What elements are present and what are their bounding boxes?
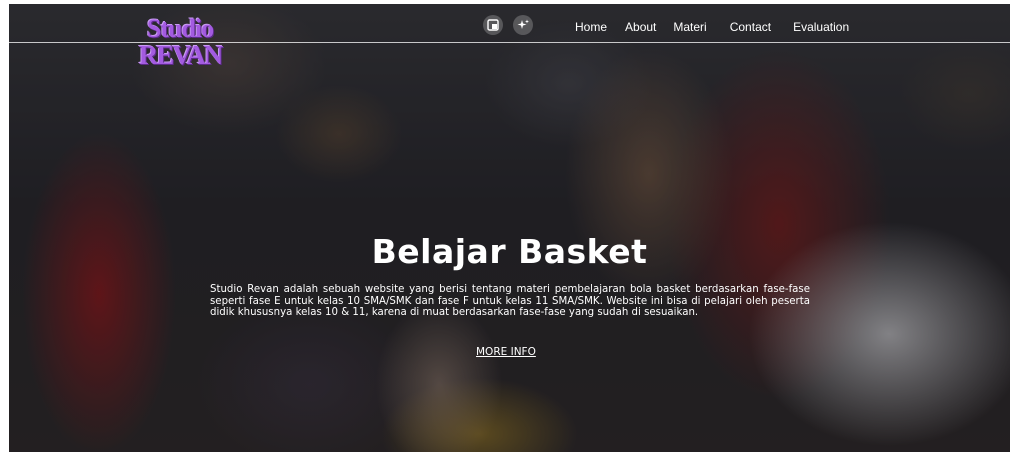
hero-description: Studio Revan adalah sebuah website yang … (210, 284, 810, 318)
sparkle-icon[interactable] (513, 15, 533, 35)
nav-menu: Home About Materi Contact Evaluation (575, 20, 849, 34)
hero-overlay (9, 4, 1010, 452)
logo-line-2: REVAN (138, 40, 224, 70)
nav-materi-link[interactable]: Materi (673, 20, 706, 34)
logo-line-1: Studio (146, 14, 214, 43)
hero-title: Belajar Basket (371, 232, 648, 271)
nav-about-link[interactable]: About (625, 20, 656, 34)
picture-in-picture-icon[interactable] (483, 15, 503, 35)
nav-evaluation-link[interactable]: Evaluation (793, 20, 849, 34)
site-logo[interactable]: Studio REVAN (134, 14, 226, 70)
nav-home-link[interactable]: Home (575, 20, 607, 34)
page-frame: Studio REVAN Home About Materi Contact E… (9, 4, 1010, 452)
navbar: Studio REVAN Home About Materi Contact E… (9, 4, 1010, 69)
more-info-link[interactable]: MORE INFO (476, 346, 536, 358)
nav-contact-link[interactable]: Contact (730, 20, 771, 34)
